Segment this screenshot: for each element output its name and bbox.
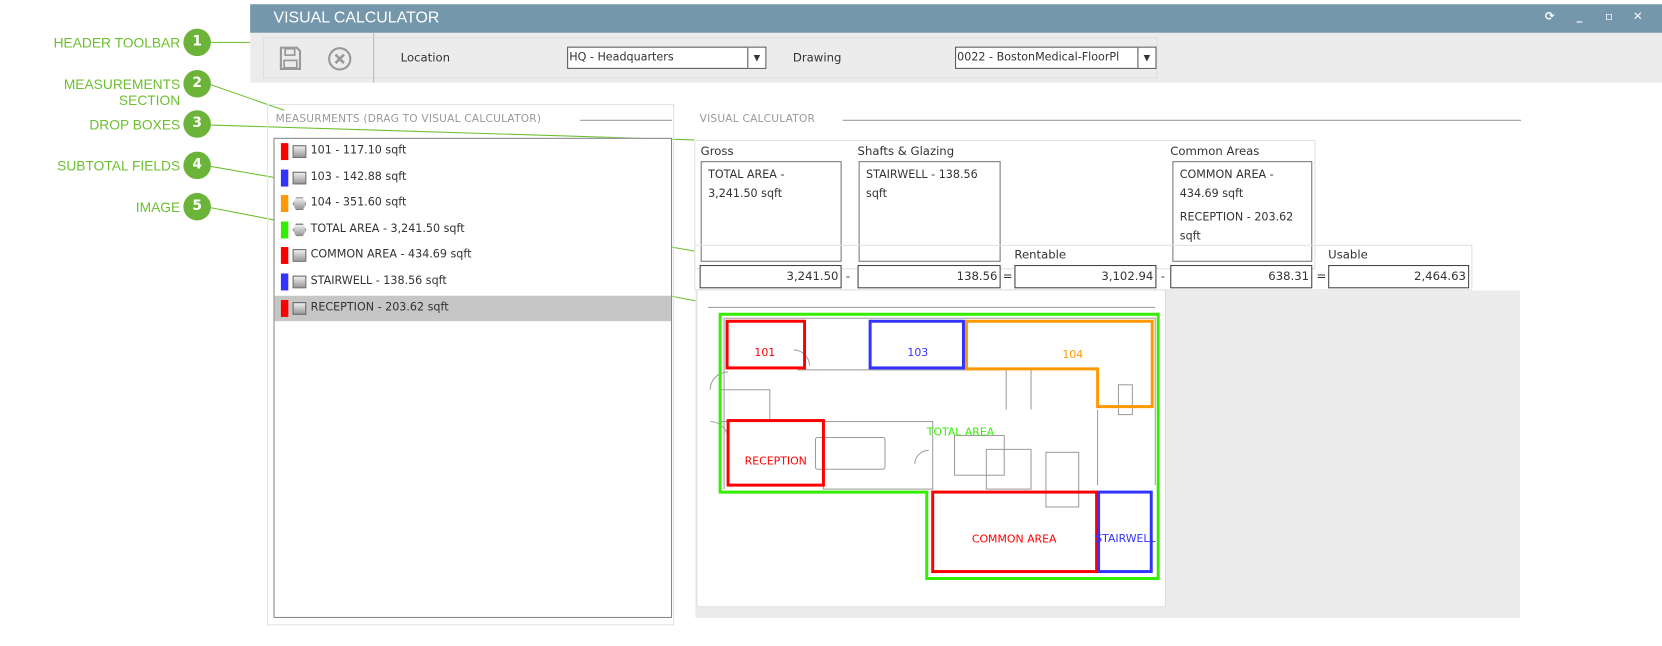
- annotation-label-3: DROP BOXES: [89, 116, 181, 133]
- drop-item[interactable]: COMMON AREA - 434.69 sqft: [1180, 165, 1305, 203]
- room-104-outline: [964, 319, 1154, 409]
- color-swatch: [280, 195, 289, 213]
- location-select[interactable]: HQ - Headquarters ▼: [567, 46, 767, 69]
- drawing-select-value: 0022 - BostonMedical-FloorPl: [957, 50, 1120, 64]
- rectangle-shape-icon: [292, 301, 307, 315]
- rectangle-shape-icon: [292, 145, 307, 158]
- annotation-badge-2: 2: [183, 69, 211, 98]
- annotation-label-4: SUBTOTAL FIELDS: [57, 157, 181, 174]
- color-swatch: [280, 221, 289, 239]
- annotation-label-1: HEADER TOOLBAR: [53, 34, 181, 51]
- annotation-badge-3: 3: [183, 110, 211, 138]
- room-103-label: 103: [907, 346, 928, 359]
- rentable-label: Rentable: [1014, 248, 1067, 262]
- drop-item[interactable]: RECEPTION - 203.62 sqft: [1180, 208, 1305, 246]
- maximize-icon[interactable]: ▫: [1602, 10, 1617, 24]
- room-104-label: 104: [1062, 348, 1083, 361]
- measurement-item[interactable]: 104 - 351.60 sqft: [275, 191, 671, 216]
- total-area-label: TOTAL AREA: [926, 425, 995, 438]
- chevron-down-icon: ▼: [1137, 47, 1156, 68]
- chevron-down-icon: ▼: [747, 47, 766, 68]
- color-swatch: [280, 169, 289, 187]
- close-icon[interactable]: ✕: [1630, 10, 1645, 24]
- color-swatch: [280, 247, 289, 265]
- header-rule: [842, 119, 1522, 121]
- common-area-label: COMMON AREA: [972, 533, 1057, 546]
- minus-operator: -: [1160, 269, 1165, 284]
- measurement-label: 103 - 142.88 sqft: [310, 170, 407, 183]
- color-swatch: [280, 143, 289, 161]
- measurements-header: MEASURMENTS (DRAG TO VISUAL CALCULATOR): [275, 113, 542, 126]
- minus-operator: -: [845, 269, 851, 284]
- measurement-label: RECEPTION - 203.62 sqft: [310, 300, 449, 314]
- location-label: Location: [400, 50, 451, 65]
- rectangle-shape-icon: [292, 249, 307, 263]
- measurement-item[interactable]: 101 - 117.10 sqft: [275, 139, 671, 164]
- toolbar-divider: [373, 32, 375, 83]
- floorplan-walls: [708, 306, 1156, 508]
- header-toolbar: Location HQ - Headquarters ▼ Drawing 002…: [250, 32, 1662, 83]
- save-icon[interactable]: [279, 46, 302, 71]
- measurements-list[interactable]: 101 - 117.10 sqft 103 - 142.88 sqft 104 - …: [273, 137, 673, 618]
- drop-item[interactable]: TOTAL AREA - 3,241.50 sqft: [708, 165, 834, 203]
- floorplan-image[interactable]: 101 103 104 TOTAL AREA RECEPTION COMMON …: [696, 289, 1166, 608]
- measurement-label: COMMON AREA - 434.69 sqft: [310, 248, 472, 262]
- measurement-item[interactable]: 103 - 142.88 sqft: [275, 165, 671, 190]
- stairwell-label: STAIRWELL: [1095, 532, 1156, 545]
- drawing-label: Drawing: [792, 50, 842, 65]
- window-titlebar: VISUAL CALCULATOR ⟳ _ ▫ ✕: [250, 4, 1662, 33]
- gross-label: Gross: [700, 144, 734, 158]
- usable-field[interactable]: 2,464.63: [1328, 265, 1470, 289]
- window-title: VISUAL CALCULATOR: [273, 8, 440, 27]
- equals-operator: =: [1002, 269, 1013, 284]
- measurement-label: 101 - 117.10 sqft: [310, 144, 407, 157]
- rentable-field[interactable]: 3,102.94: [1014, 265, 1157, 289]
- color-swatch: [280, 299, 289, 317]
- reception-outline: [726, 419, 825, 487]
- annotation-badge-5: 5: [183, 192, 211, 221]
- annotation-badge-4: 4: [183, 151, 211, 180]
- rectangle-shape-icon: [292, 275, 307, 289]
- shafts-subtotal-field[interactable]: 138.56: [857, 265, 1001, 289]
- annotation-badge-1: 1: [183, 28, 211, 57]
- location-select-value: HQ - Headquarters: [569, 50, 674, 64]
- measurement-item[interactable]: STAIRWELL - 138.56 sqft: [275, 269, 671, 294]
- measurement-label: TOTAL AREA - 3,241.50 sqft: [310, 222, 465, 236]
- measurement-label: 104 - 351.60 sqft: [310, 196, 407, 210]
- drawing-select[interactable]: 0022 - BostonMedical-FloorPl ▼: [955, 46, 1157, 69]
- annotation-label-5: IMAGE: [135, 199, 181, 216]
- app-stage: HEADER TOOLBAR 1 MEASUREMENTS SECTION 2 …: [0, 0, 1662, 646]
- total-area-outline: [718, 312, 1160, 580]
- shafts-label: Shafts & Glazing: [857, 144, 955, 158]
- room-101-label: 101: [754, 346, 775, 359]
- annotation-label-2: MEASUREMENTS SECTION: [63, 76, 181, 109]
- measurement-label: STAIRWELL - 138.56 sqft: [310, 274, 447, 288]
- room-103-outline: [868, 319, 965, 370]
- floorplan-drawing: 101 103 104 TOTAL AREA RECEPTION COMMON …: [708, 306, 1160, 580]
- cancel-icon[interactable]: [328, 47, 352, 71]
- measurement-item[interactable]: COMMON AREA - 434.69 sqft: [275, 243, 671, 268]
- rectangle-shape-icon: [292, 171, 307, 185]
- polygon-shape-icon: [292, 197, 307, 211]
- calculator-header: VISUAL CALCULATOR: [699, 113, 816, 126]
- equals-operator: =: [1316, 269, 1327, 284]
- refresh-icon[interactable]: ⟳: [1542, 10, 1557, 24]
- color-swatch: [280, 273, 289, 291]
- minimize-icon[interactable]: _: [1572, 10, 1587, 24]
- measurement-item[interactable]: RECEPTION - 203.62 sqft: [274, 295, 671, 321]
- reception-label: RECEPTION: [745, 454, 807, 467]
- room-101-outline: [725, 319, 807, 370]
- common-label: Common Areas: [1170, 144, 1260, 158]
- drop-item[interactable]: STAIRWELL - 138.56 sqft: [866, 165, 993, 203]
- usable-label: Usable: [1328, 248, 1368, 262]
- gross-subtotal-field[interactable]: 3,241.50: [699, 265, 842, 289]
- common-subtotal-field[interactable]: 638.31: [1170, 265, 1313, 289]
- header-rule: [579, 119, 673, 121]
- polygon-shape-icon: [292, 223, 307, 237]
- measurement-item[interactable]: TOTAL AREA - 3,241.50 sqft: [275, 217, 671, 242]
